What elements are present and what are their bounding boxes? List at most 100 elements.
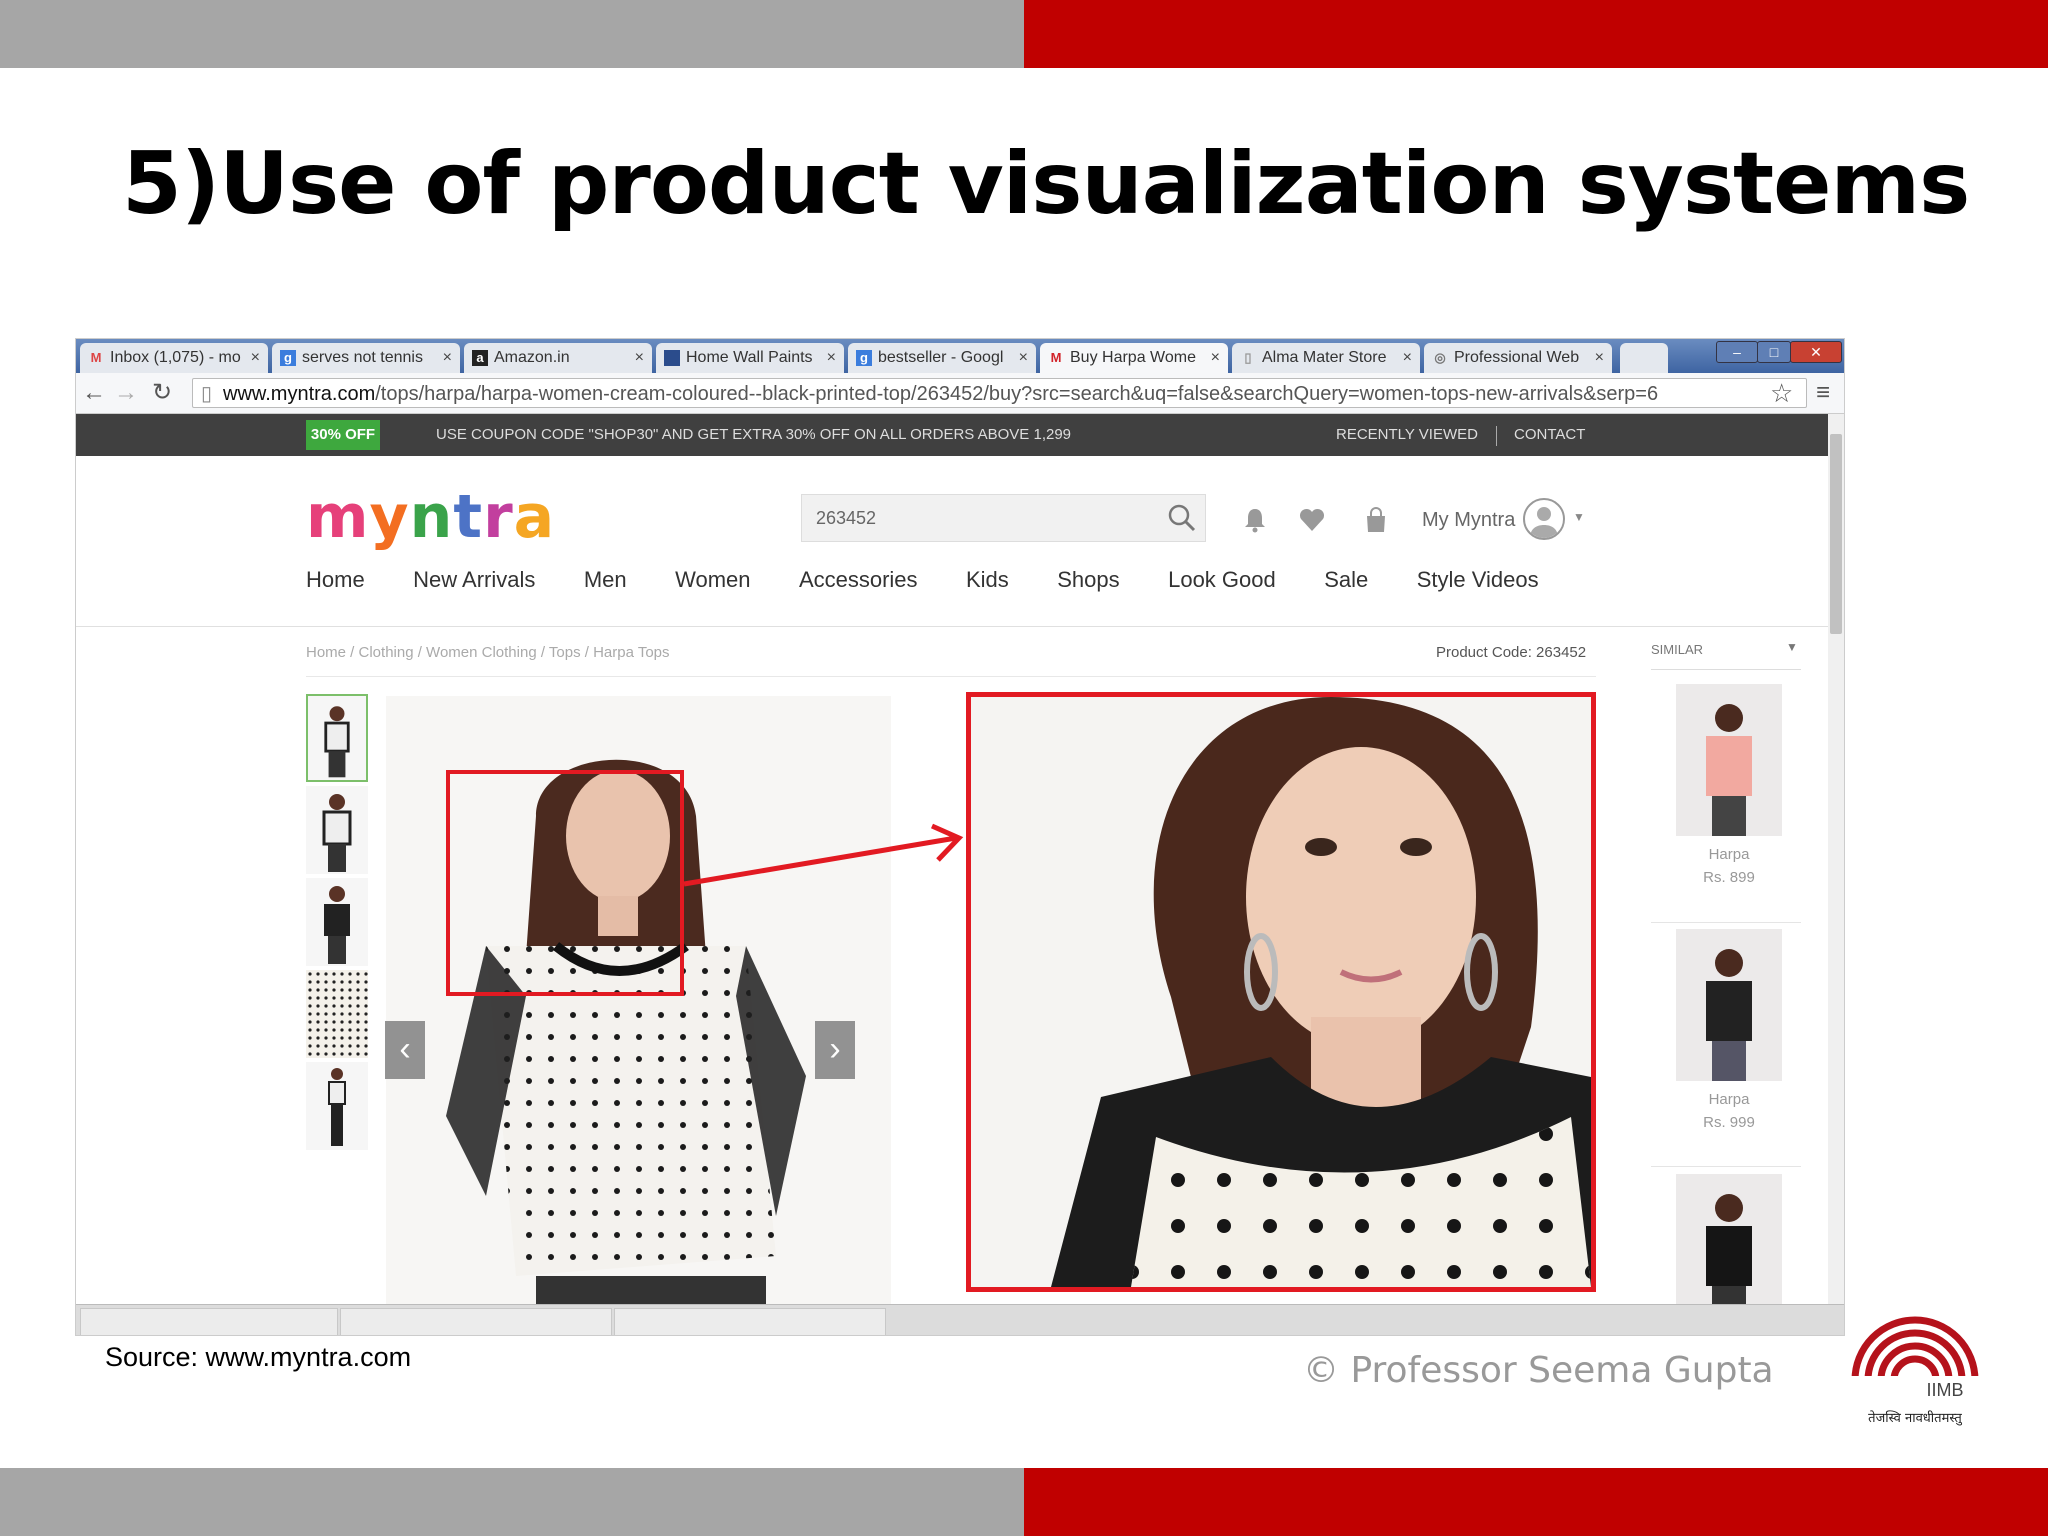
address-bar-row: ← → ↻ ▯ www.myntra.com/tops/harpa/harpa-w… [76, 373, 1844, 414]
minimize-button[interactable]: – [1716, 341, 1758, 363]
tab-label: bestseller - Googl [878, 349, 1004, 366]
chevron-down-icon[interactable]: ▼ [1786, 640, 1798, 654]
gmail-icon: M [90, 350, 102, 365]
avatar[interactable] [1523, 498, 1565, 540]
search-icon[interactable] [1167, 503, 1197, 533]
window-close-button[interactable]: ✕ [1790, 341, 1842, 363]
zoomed-image-panel [966, 692, 1596, 1292]
nav-item-kids[interactable]: Kids [966, 560, 1009, 600]
chevron-down-icon[interactable]: ▼ [1573, 510, 1585, 524]
amazon-icon: a [472, 350, 488, 366]
similar-divider [1651, 922, 1801, 923]
nav-item-home[interactable]: Home [306, 560, 365, 600]
web-page: 30% OFF USE COUPON CODE "SHOP30" AND GET… [76, 414, 1828, 1326]
nav-item-women[interactable]: Women [675, 560, 750, 600]
back-arrow-icon[interactable]: ← [82, 379, 106, 407]
product-thumbnail[interactable] [306, 786, 368, 874]
product-thumbnail[interactable] [306, 1062, 368, 1150]
maximize-button[interactable]: □ [1757, 341, 1791, 363]
close-tab-icon[interactable]: × [635, 343, 644, 373]
tab-label: Professional Web [1454, 349, 1580, 366]
url-path: /tops/harpa/harpa-women-cream-coloured--… [375, 383, 1659, 405]
close-tab-icon[interactable]: × [443, 343, 452, 373]
similar-divider [1651, 1166, 1801, 1167]
browser-tab[interactable]: g bestseller - Googl × [848, 343, 1036, 373]
promo-text: USE COUPON CODE "SHOP30" AND GET EXTRA 3… [436, 426, 1072, 443]
user-icon [1530, 507, 1558, 538]
main-nav: Home New Arrivals Men Women Accessories … [306, 560, 1583, 600]
tab-label: Buy Harpa Wome [1070, 349, 1196, 366]
browser-tab[interactable]: ▯ Alma Mater Store × [1232, 343, 1420, 373]
band-gray-segment [0, 0, 1024, 68]
iimb-acronym: IIMB [1926, 1380, 1963, 1400]
copyright-notice: © Professor Seema Gupta [1303, 1350, 1774, 1391]
product-thumbnail[interactable] [306, 694, 368, 782]
browser-tab[interactable]: ◎ Professional Web × [1424, 343, 1612, 373]
band-gray-segment [0, 1468, 1024, 1536]
menu-icon[interactable]: ≡ [1816, 379, 1830, 407]
my-myntra-link[interactable]: My Myntra [1422, 500, 1515, 540]
breadcrumb-divider [306, 676, 1596, 677]
close-tab-icon[interactable]: × [827, 343, 836, 373]
product-thumbnail[interactable] [306, 970, 368, 1058]
close-tab-icon[interactable]: × [1403, 343, 1412, 373]
similar-product-image[interactable] [1676, 929, 1782, 1081]
tab-label: Amazon.in [494, 349, 570, 366]
search-box[interactable]: 263452 [801, 494, 1206, 542]
heart-icon[interactable] [1298, 506, 1326, 534]
similar-product-image[interactable] [1676, 684, 1782, 836]
similar-product-brand: Harpa [1708, 846, 1750, 863]
download-bar [76, 1304, 1844, 1335]
browser-tab[interactable]: Home Wall Paints × [656, 343, 844, 373]
nav-item-sale[interactable]: Sale [1324, 560, 1368, 600]
nav-item-new-arrivals[interactable]: New Arrivals [413, 560, 535, 600]
close-tab-icon[interactable]: × [251, 343, 260, 373]
reload-icon[interactable]: ↻ [152, 379, 172, 407]
similar-product-price: Rs. 999 [1703, 1114, 1755, 1131]
url-field[interactable]: ▯ www.myntra.com/tops/harpa/harpa-women-c… [192, 378, 1807, 408]
myntra-logo[interactable]: myntra [306, 482, 555, 552]
tab-label: serves not tennis [302, 349, 423, 366]
google-icon: g [280, 350, 296, 366]
previous-image-button[interactable]: ‹ [385, 1021, 425, 1079]
close-tab-icon[interactable]: × [1595, 343, 1604, 373]
nav-item-shops[interactable]: Shops [1057, 560, 1119, 600]
close-tab-icon[interactable]: × [1019, 343, 1028, 373]
shopping-bag-icon[interactable] [1362, 506, 1390, 534]
search-input[interactable]: 263452 [816, 495, 876, 541]
forward-arrow-icon[interactable]: → [114, 379, 138, 407]
nav-item-style-videos[interactable]: Style Videos [1417, 560, 1539, 600]
similar-product-card[interactable]: Harpa Rs. 899 [1676, 684, 1782, 886]
nav-divider [76, 626, 1828, 627]
nav-item-accessories[interactable]: Accessories [799, 560, 918, 600]
scroll-thumb[interactable] [1830, 434, 1842, 634]
browser-tab[interactable]: g serves not tennis × [272, 343, 460, 373]
download-item[interactable] [340, 1308, 612, 1335]
promo-bar: 30% OFF USE COUPON CODE "SHOP30" AND GET… [76, 414, 1828, 456]
contact-link[interactable]: CONTACT [1514, 414, 1585, 456]
tab-label: Home Wall Paints [686, 349, 813, 366]
product-thumbnail[interactable] [306, 878, 368, 966]
slide-title: 5)Use of product visualization systems [122, 134, 1970, 234]
page-scrollbar[interactable] [1828, 414, 1844, 1304]
bookmark-star-icon[interactable]: ☆ [1770, 379, 1793, 407]
nav-item-men[interactable]: Men [584, 560, 627, 600]
download-item[interactable] [80, 1308, 338, 1335]
similar-product-card[interactable]: Harpa Rs. 999 [1676, 929, 1782, 1131]
download-item[interactable] [614, 1308, 886, 1335]
breadcrumb[interactable]: Home / Clothing / Women Clothing / Tops … [306, 644, 670, 661]
browser-tab[interactable]: M Inbox (1,075) - mo × [80, 343, 268, 373]
close-tab-icon[interactable]: × [1211, 343, 1220, 373]
nav-item-look-good[interactable]: Look Good [1168, 560, 1276, 600]
next-image-button[interactable]: › [815, 1021, 855, 1079]
bell-icon[interactable] [1241, 506, 1269, 534]
source-caption: Source: www.myntra.com [105, 1342, 412, 1372]
similar-dropdown[interactable]: SIMILAR [1651, 642, 1801, 670]
recently-viewed-link[interactable]: RECENTLY VIEWED [1336, 414, 1478, 456]
browser-tab[interactable]: a Amazon.in × [464, 343, 652, 373]
new-tab-button[interactable] [1620, 343, 1668, 373]
browser-tab-active[interactable]: M Buy Harpa Wome × [1040, 343, 1228, 373]
tab-label: Alma Mater Store [1262, 349, 1387, 366]
promo-badge: 30% OFF [306, 420, 380, 450]
browser-screenshot: M Inbox (1,075) - mo × g serves not tenn… [75, 338, 1845, 1336]
